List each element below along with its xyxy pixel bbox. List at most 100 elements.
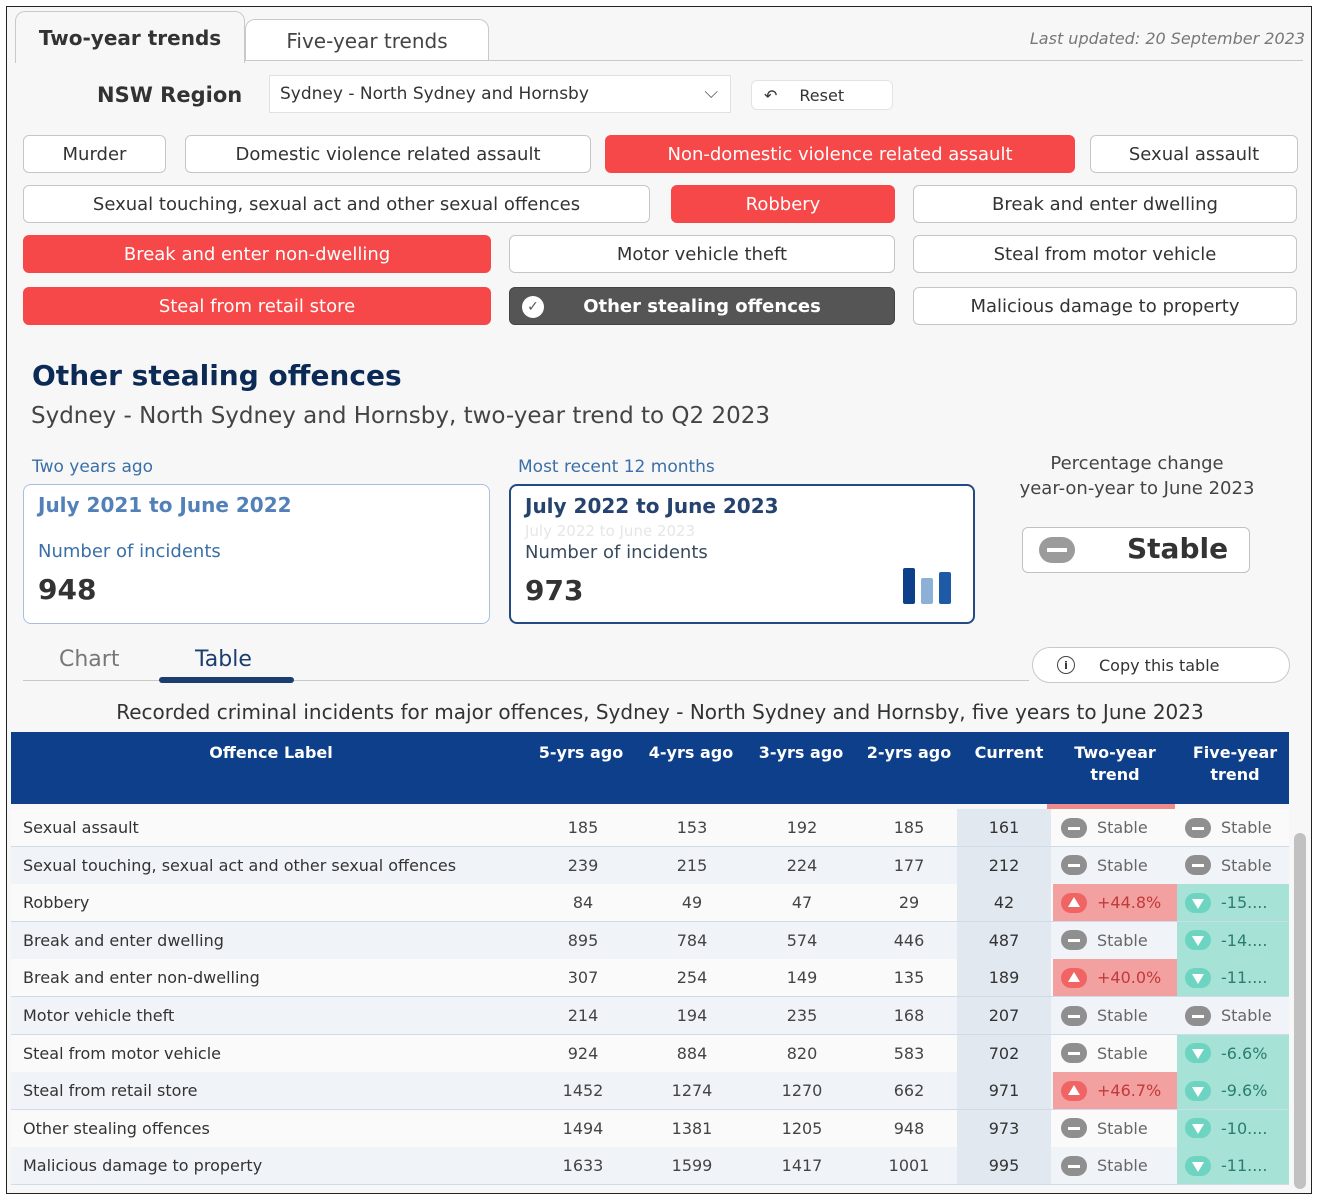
chip-malicious-damage[interactable]: Malicious damage to property [913,287,1297,325]
cell-v4: 884 [676,1043,708,1063]
chip-steal-from-retail-store[interactable]: Steal from retail store [23,287,491,325]
header-current[interactable]: Current [961,742,1057,764]
row-label: Sexual assault [23,818,139,837]
app-frame: Two-year trends Five-year trends Last up… [6,6,1312,1194]
cell-two-year-trend: +40.0% [1053,959,1177,997]
chip-sexual-assault[interactable]: Sexual assault [1090,135,1298,173]
cell-v2: 446 [893,930,925,950]
chip-sexual-touching[interactable]: Sexual touching, sexual act and other se… [23,185,650,223]
header-5yrs[interactable]: 5-yrs ago [531,742,631,764]
cell-v2: 662 [893,1081,925,1101]
cell-two-year-trend: Stable [1053,809,1177,846]
cell-v3: 192 [786,818,818,837]
cell-current: 207 [957,997,1051,1034]
scrollbar[interactable] [1294,833,1306,1189]
cell-v2: 1001 [888,1156,930,1176]
chip-break-enter-dwelling[interactable]: Break and enter dwelling [913,185,1297,223]
cell-five-year-trend: -15.... [1177,884,1289,922]
trend-badge: Stable [1022,527,1250,573]
cell-five-year-trend: -14.... [1177,921,1289,959]
region-select[interactable]: Sydney - North Sydney and Hornsby ⌵ [269,75,731,113]
copy-table-label: Copy this table [1099,655,1220,675]
trend-down-icon [1185,1080,1211,1101]
cell-v4: 1599 [671,1156,713,1176]
two-year-trend-value: Stable [1097,1118,1148,1138]
row-label: Sexual touching, sexual act and other se… [23,855,457,875]
cell-five-year-trend: -6.6% [1177,1034,1289,1072]
cell-v2: 177 [893,855,925,875]
five-year-trend-value: -9.6% [1221,1081,1268,1101]
five-year-trend-value: Stable [1221,1006,1272,1025]
cell-v2: 168 [893,1006,925,1025]
row-label: Motor vehicle theft [23,1006,175,1025]
five-year-trend-value: -10.... [1221,1118,1268,1138]
table-row: Robbery 84 49 47 29 42 +44.8% -15.... [11,884,1289,923]
cell-v2: 29 [898,893,920,913]
cell-v4: 1274 [671,1081,713,1101]
row-label: Break and enter non-dwelling [23,968,260,988]
cell-v3: 224 [786,855,818,875]
cell-current: 189 [957,959,1051,997]
region-label: NSW Region [97,83,243,107]
header-3yrs[interactable]: 3-yrs ago [751,742,851,764]
chip-steal-from-motor-vehicle[interactable]: Steal from motor vehicle [913,235,1297,273]
cell-five-year-trend: Stable [1177,997,1289,1034]
chip-domestic-violence-assault[interactable]: Domestic violence related assault [185,135,591,173]
cell-v2: 135 [893,968,925,988]
trend-down-icon [1185,1155,1211,1176]
chip-break-enter-non-dwelling[interactable]: Break and enter non-dwelling [23,235,491,273]
header-2yrs[interactable]: 2-yrs ago [859,742,959,764]
chip-murder[interactable]: Murder [23,135,166,173]
cell-v4: 784 [676,930,708,950]
reset-button[interactable]: ↶ Reset [751,80,893,110]
chip-motor-vehicle-theft[interactable]: Motor vehicle theft [509,235,895,273]
tab-five-year-trends[interactable]: Five-year trends [245,19,489,61]
trend-down-icon [1185,1118,1211,1139]
two-year-trend-value: +40.0% [1097,968,1162,988]
row-label: Break and enter dwelling [23,930,224,950]
cell-v5: 1494 [562,1118,604,1138]
header-offence-label[interactable]: Offence Label [131,742,411,764]
cell-v5: 895 [567,930,599,950]
cell-five-year-trend: -11.... [1177,959,1289,997]
info-icon: i [1057,656,1075,674]
current-period-ghost: July 2022 to June 2023 [525,522,696,540]
cell-current: 212 [957,846,1051,884]
cell-five-year-trend: Stable [1177,847,1289,884]
cell-v3: 149 [786,968,818,988]
table-row: Sexual assault 185 153 192 185 161 Stable Stabl… [11,809,1289,847]
table-row: Motor vehicle theft 214 194 235 168 207 Stable… [11,997,1289,1035]
cell-v5: 214 [567,1006,599,1025]
table-header: Offence Label 5-yrs ago 4-yrs ago 3-yrs … [11,732,1289,804]
stable-icon [1061,1118,1087,1139]
cell-v3: 1417 [781,1156,823,1176]
tab-two-year-trends[interactable]: Two-year trends [15,11,245,63]
stable-icon [1185,855,1211,876]
two-year-trend-value: +46.7% [1097,1081,1162,1101]
header-4yrs[interactable]: 4-yrs ago [641,742,741,764]
copy-table-button[interactable]: i Copy this table [1032,647,1290,683]
offence-subtitle: Sydney - North Sydney and Hornsby, two-y… [31,403,770,429]
chip-non-domestic-violence-assault[interactable]: Non-domestic violence related assault [605,135,1075,173]
table-row: Malicious damage to property 1633 1599 1417… [11,1147,1289,1186]
cell-v3: 235 [786,1006,818,1025]
tab-chart[interactable]: Chart [59,647,119,672]
region-selected-value: Sydney - North Sydney and Hornsby [280,84,589,104]
trend-down-icon [1185,930,1211,951]
cell-two-year-trend: Stable [1053,1035,1177,1072]
header-two-year-trend[interactable]: Two-year trend [1065,742,1165,786]
cell-v4: 254 [676,968,708,988]
cell-five-year-trend: -11.... [1177,1147,1289,1185]
chip-other-stealing-offences[interactable]: ✓ Other stealing offences [509,287,895,325]
pct-line-1: Percentage change [1050,453,1224,474]
row-label: Other stealing offences [23,1118,210,1138]
chip-robbery[interactable]: Robbery [671,185,895,223]
two-year-trend-value: Stable [1097,1043,1148,1063]
tab-divider [245,60,1303,61]
chip-other-stealing-label: Other stealing offences [583,295,821,317]
two-year-trend-value: Stable [1097,855,1148,875]
cell-v5: 239 [567,855,599,875]
header-five-year-trend[interactable]: Five-year trend [1185,742,1285,786]
tab-table[interactable]: Table [195,647,252,672]
table-row: Steal from retail store 1452 1274 1270 662 97… [11,1072,1289,1111]
